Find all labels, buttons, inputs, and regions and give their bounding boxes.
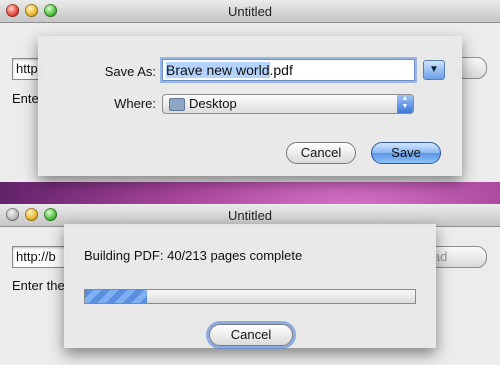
where-popup[interactable]: Desktop ▲ ▼: [162, 94, 414, 114]
progress-bar: [84, 289, 416, 304]
triangle-down-icon: ▼: [429, 64, 439, 75]
folder-icon: [169, 98, 185, 111]
updown-arrows-icon: ▲ ▼: [397, 95, 413, 113]
progress-status-text: Building PDF: 40/213 pages complete: [84, 248, 303, 263]
desktop-background: [0, 182, 500, 204]
bottom-window: Untitled http://b Enter the Download Bui…: [0, 204, 500, 365]
description-text: Ente: [12, 91, 38, 106]
where-label: Where:: [114, 96, 156, 111]
progress-fill: [85, 290, 148, 303]
cancel-button[interactable]: Cancel: [286, 142, 356, 164]
filename-selected-text: Brave new world: [166, 62, 270, 78]
filename-extension: .pdf: [269, 62, 293, 78]
url-input[interactable]: http:: [12, 58, 41, 80]
progress-sheet: Building PDF: 40/213 pages complete Canc…: [64, 224, 436, 348]
filename-input[interactable]: Brave new world.pdf: [162, 59, 415, 81]
url-input[interactable]: http://b: [12, 246, 69, 268]
expand-button[interactable]: ▼: [423, 60, 445, 80]
description-text: Enter the: [12, 278, 65, 293]
save-button[interactable]: Save: [371, 142, 441, 164]
where-value: Desktop: [189, 96, 237, 111]
window-title: Untitled: [227, 208, 273, 223]
cancel-button[interactable]: Cancel: [209, 324, 293, 346]
save-as-label: Save As:: [104, 64, 156, 79]
window-title: Untitled: [227, 4, 273, 19]
top-window: Untitled http: Ente Save As: Brave new w…: [0, 0, 500, 182]
top-titlebar[interactable]: Untitled: [0, 0, 500, 23]
save-sheet: Save As: Brave new world.pdf ▼ Where: De…: [38, 36, 462, 176]
